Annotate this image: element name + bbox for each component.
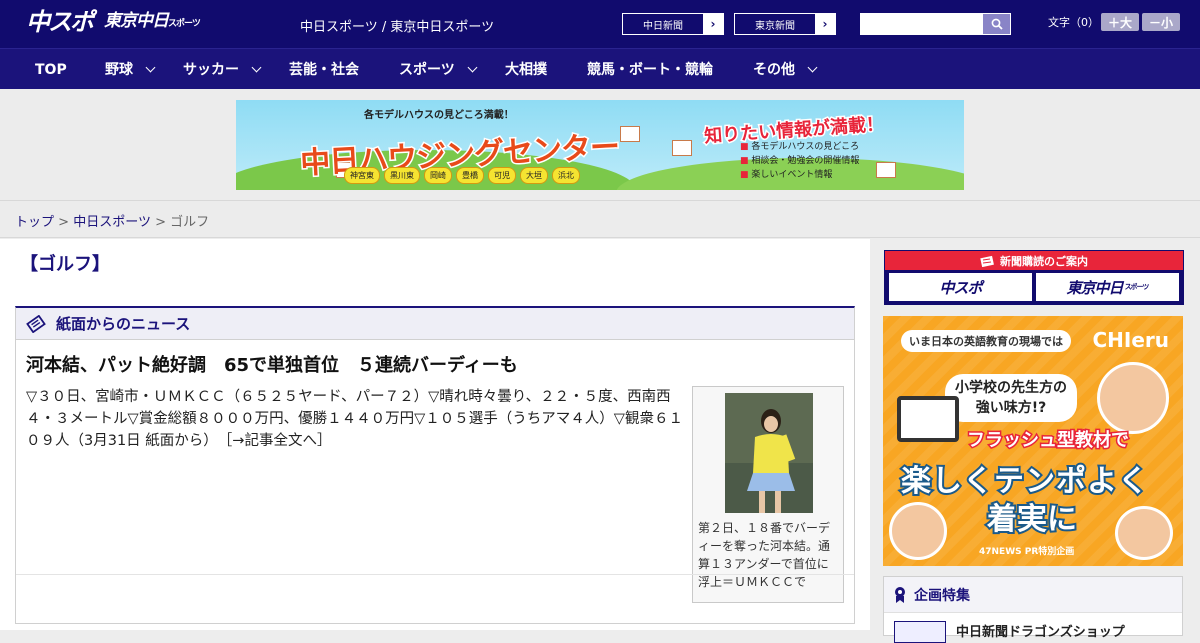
site-logo[interactable]: 中スポ 東京中日スポーツ <box>26 8 201 36</box>
breadcrumb: トップ > 中日スポーツ > ゴルフ <box>0 200 1200 238</box>
breadcrumb-chunichi-sports[interactable]: 中日スポーツ <box>73 215 151 230</box>
house-icon <box>672 140 692 156</box>
article-photo-box[interactable]: 第２日、１８番でバーディーを奪った河本結。通算１３アンダーで首位に浮上＝ＵＭＫＣ… <box>692 386 844 603</box>
main-content: 【ゴルフ】 紙面からのニュース 河本結、パット絶好調 65で単独首位 ５連続バー… <box>0 239 870 630</box>
article-photo <box>725 393 813 513</box>
news-panel: 紙面からのニュース 河本結、パット絶好調 65で単独首位 ５連続バーディーも ▽… <box>15 306 855 624</box>
ad2-question: 小学校の先生方の 強い味方!? <box>945 374 1077 422</box>
chunichi-shimbun-link[interactable]: 中日新聞 › <box>622 13 724 35</box>
banner-ad-area: 各モデルハウスの見どころ満載！ 中日ハウジングセンター 知りたい情報が満載！ 各… <box>0 89 1200 200</box>
nav-racing[interactable]: 競馬・ボート・競輪 <box>587 49 713 90</box>
article-title-link[interactable]: 河本結、パット絶好調 65で単独首位 ５連続バーディーも <box>26 351 518 377</box>
house-icon <box>620 126 640 142</box>
feature-thumbnail <box>894 621 946 643</box>
top-header: 中スポ 東京中日スポーツ 中日スポーツ / 東京中日スポーツ 中日新聞 › 東京… <box>0 0 1200 48</box>
newspaper-icon <box>980 255 994 267</box>
golfer-photo-illustration <box>725 393 813 513</box>
ad-top-text: 各モデルハウスの見どころ満載！ <box>364 110 514 121</box>
nav-entertainment[interactable]: 芸能・社会 <box>289 49 359 90</box>
house-icon <box>876 162 896 178</box>
ad-city-list: 神宮東 黒川東 岡崎 豊橋 可児 大垣 浜北 <box>344 167 580 184</box>
chevron-right-icon: › <box>703 14 723 34</box>
subscribe-tokyo-chunichi-button[interactable]: 東京中日 スポーツ <box>1036 273 1179 301</box>
news-panel-title: 紙面からのニュース <box>56 315 191 333</box>
subscribe-chuspo-button[interactable]: 中スポ <box>889 273 1032 301</box>
main-nav: TOP 野球 サッカー 芸能・社会 スポーツ 大相撲 競馬・ボート・競輪 その他 <box>0 48 1200 89</box>
chevron-down-icon <box>145 62 156 73</box>
housing-center-ad[interactable]: 各モデルハウスの見どころ満載！ 中日ハウジングセンター 知りたい情報が満載！ 各… <box>236 100 964 190</box>
feature-box: 企画特集 中日新聞ドラゴンズショップ <box>883 576 1183 643</box>
newspaper-icon <box>26 314 46 333</box>
subscription-header: 新聞購読のご案内 <box>885 251 1183 270</box>
nav-sumo[interactable]: 大相撲 <box>505 49 547 90</box>
ribbon-icon <box>895 586 905 603</box>
photo-caption: 第２日、１８番でバーディーを奪った河本結。通算１３アンダーで首位に浮上＝ＵＭＫＣ… <box>698 521 831 589</box>
breadcrumb-top[interactable]: トップ <box>15 215 54 230</box>
logo-chuspo: 中スポ <box>26 8 94 36</box>
read-full-article-link[interactable]: ［→記事全文へ］ <box>225 433 331 449</box>
monitor-icon <box>897 396 959 442</box>
feature-header: 企画特集 <box>884 577 1182 613</box>
nav-top[interactable]: TOP <box>35 49 67 90</box>
search-button[interactable] <box>982 13 1011 35</box>
chevron-right-icon: › <box>815 14 835 34</box>
ad2-brand: CHIeru <box>1092 328 1169 352</box>
font-size-label: 文字（0） <box>1048 16 1099 29</box>
nav-other[interactable]: その他 <box>753 49 818 90</box>
nav-baseball[interactable]: 野球 <box>105 49 156 90</box>
logo-tokyo-chunichi: 東京中日スポーツ <box>104 11 201 31</box>
ad-bullets: 各モデルハウスの見どころ 相談会・勉強会の開催情報 楽しいイベント情報 <box>740 140 859 182</box>
chieru-ad[interactable]: いま日本の英語教育の現場では CHIeru 小学校の先生方の 強い味方!? フラッ… <box>883 316 1183 566</box>
article-summary: ▽３０日、宮崎市・ＵＭＫＣＣ（６５２５ヤード、パー７２）▽晴れ時々曇り、２２・５… <box>26 389 683 449</box>
site-name: 中日スポーツ / 東京中日スポーツ <box>300 20 495 35</box>
chevron-down-icon <box>251 62 262 73</box>
search-input[interactable] <box>860 13 982 35</box>
news-panel-header: 紙面からのニュース <box>16 308 854 340</box>
child-photo <box>1097 362 1169 434</box>
search-icon <box>991 18 1003 30</box>
page-title: 【ゴルフ】 <box>20 254 110 275</box>
tokyo-shimbun-link[interactable]: 東京新聞 › <box>734 13 836 35</box>
ad2-top-text: いま日本の英語教育の現場では <box>901 330 1071 352</box>
breadcrumb-current: ゴルフ <box>170 215 210 230</box>
ad2-headline-2: 着実に <box>985 500 1079 539</box>
child-photo <box>1115 506 1173 560</box>
child-photo <box>889 502 947 560</box>
feature-item-dragons-shop[interactable]: 中日新聞ドラゴンズショップ <box>894 621 1125 643</box>
chevron-down-icon <box>467 62 478 73</box>
nav-sports[interactable]: スポーツ <box>399 49 478 90</box>
font-larger-button[interactable]: ＋大 <box>1101 13 1139 31</box>
subscription-box: 新聞購読のご案内 中スポ 東京中日 スポーツ <box>884 250 1184 305</box>
ad2-flash: フラッシュ型教材で <box>966 429 1131 453</box>
font-smaller-button[interactable]: －小 <box>1142 13 1180 31</box>
nav-soccer[interactable]: サッカー <box>183 49 262 90</box>
chevron-down-icon <box>807 62 818 73</box>
ad2-footer: 47NEWS PR特別企画 <box>979 547 1075 557</box>
